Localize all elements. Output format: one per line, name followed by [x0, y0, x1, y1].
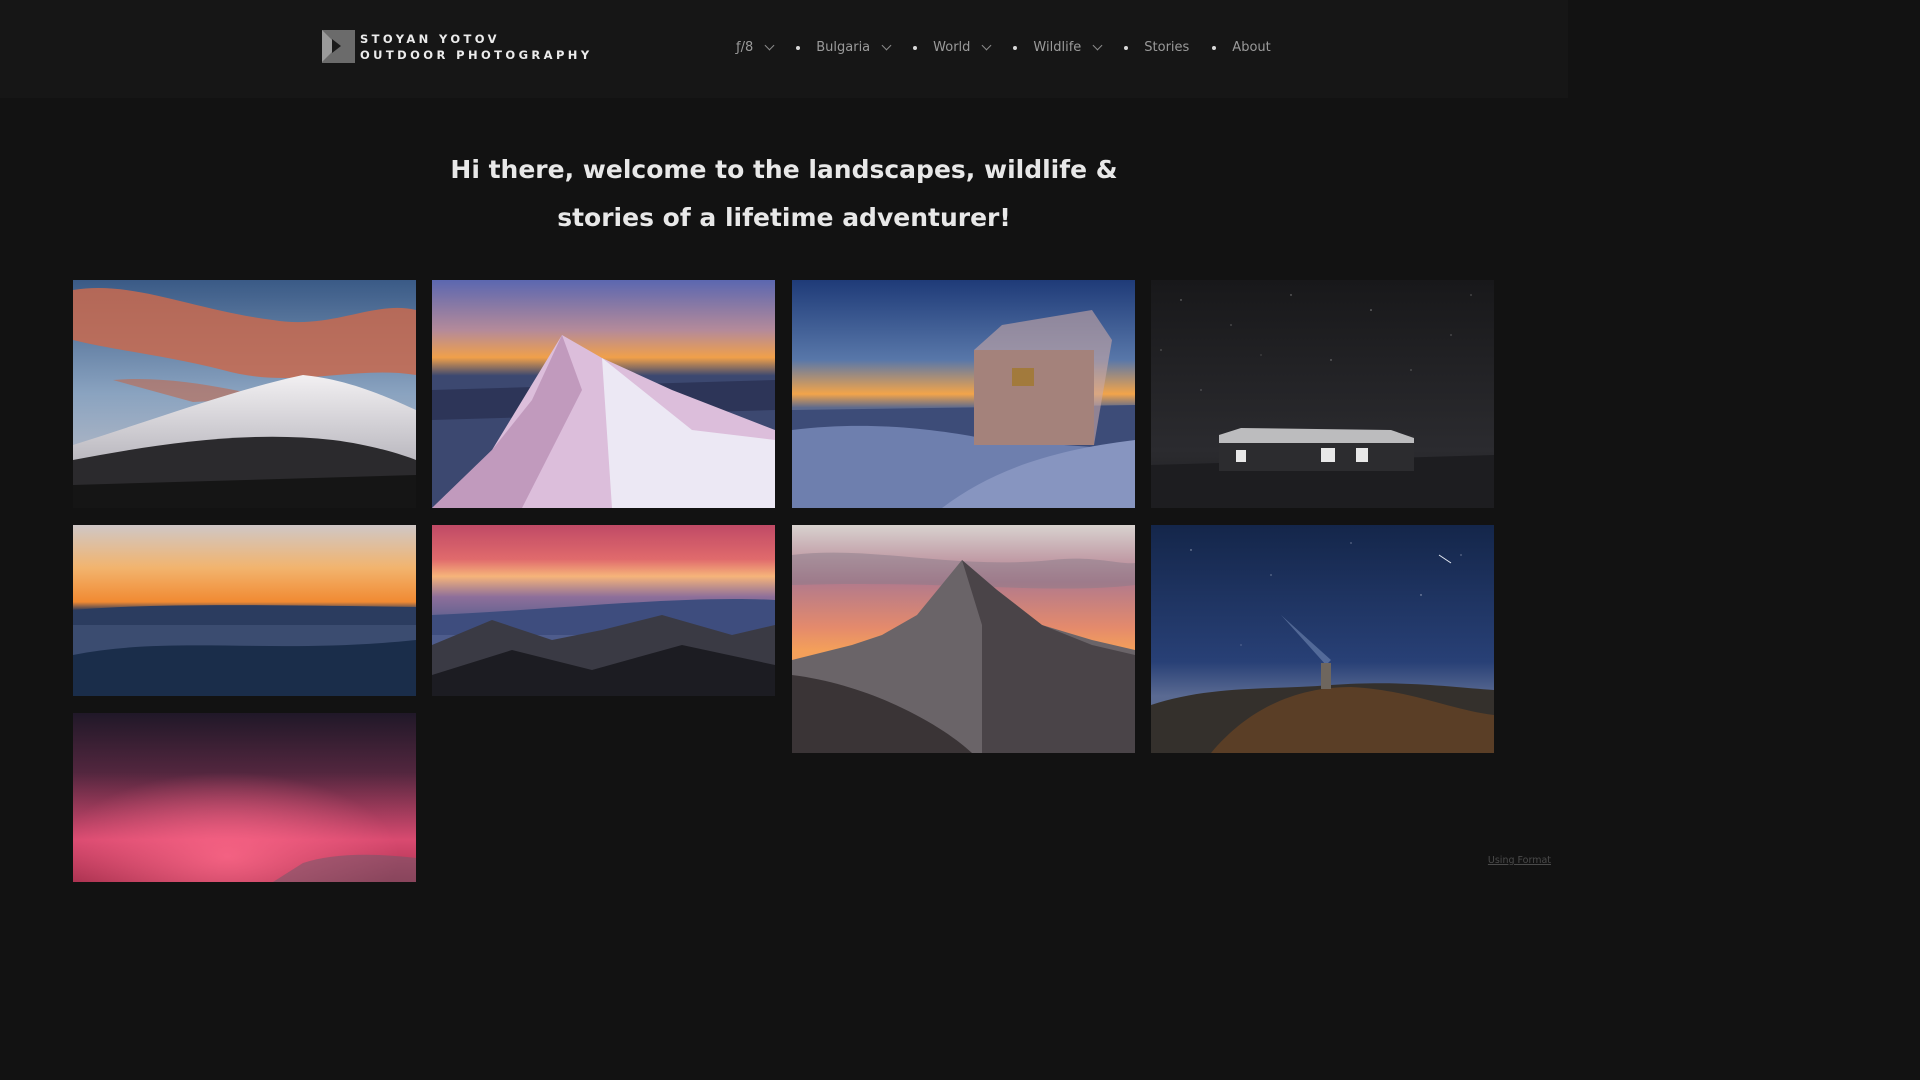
photo-image [73, 280, 416, 508]
nav-item-label: About [1232, 40, 1271, 55]
nav-item-about[interactable]: About [1232, 40, 1270, 55]
nav-item-label: Wildlife [1033, 40, 1082, 55]
gallery-photo-pink-ridge[interactable] [432, 280, 775, 508]
chevron-down-icon [881, 40, 892, 51]
photo-image [73, 713, 416, 882]
chevron-down-icon [1092, 40, 1103, 51]
logo-icon [322, 30, 355, 63]
nav-separator [1013, 45, 1018, 50]
nav-item-stories[interactable]: Stories [1144, 40, 1189, 55]
nav-separator [1212, 45, 1217, 50]
photo-image [73, 525, 416, 696]
gallery-photo-rocky-peak[interactable] [792, 525, 1135, 753]
footer-credit-link[interactable]: Using Format [1488, 855, 1551, 866]
main-nav: ƒ/8 Bulgaria World Wildlife Stories Abou… [736, 40, 1271, 55]
site-header: STOYAN YOTOV OUTDOOR PHOTOGRAPHY ƒ/8 Bul… [0, 0, 1568, 98]
photo-image [792, 280, 1135, 508]
photo-image [1151, 280, 1494, 508]
gallery-photo-red-aurora[interactable] [73, 713, 416, 882]
nav-separator [796, 45, 801, 50]
photo-image [792, 525, 1135, 753]
site-logo[interactable]: STOYAN YOTOV OUTDOOR PHOTOGRAPHY [322, 30, 593, 63]
brand-line2: OUTDOOR PHOTOGRAPHY [360, 47, 593, 62]
nav-separator [1124, 45, 1129, 50]
brand-line1: STOYAN YOTOV [360, 31, 500, 46]
gallery-photo-night-hut[interactable] [1151, 280, 1494, 508]
nav-item-bulgaria[interactable]: Bulgaria [816, 40, 892, 55]
nav-item-wildlife[interactable]: Wildlife [1033, 40, 1103, 55]
gallery-photo-orange-horizon[interactable] [73, 525, 416, 696]
nav-item-world[interactable]: World [933, 40, 992, 55]
brand-name: STOYAN YOTOV OUTDOOR PHOTOGRAPHY [360, 31, 593, 63]
photo-image [432, 280, 775, 508]
hero-line2: stories of a lifetime adventurer! [557, 203, 1011, 232]
photo-image [432, 525, 775, 696]
gallery-photo-layered-ridges[interactable] [432, 525, 775, 696]
nav-item-label: Bulgaria [816, 40, 871, 55]
nav-item-label: Stories [1144, 40, 1190, 55]
gallery-photo-snow-hut[interactable] [792, 280, 1135, 508]
gallery-photo-sunset-mountain[interactable] [73, 280, 416, 508]
hero-line1: Hi there, welcome to the landscapes, wil… [450, 155, 1118, 184]
chevron-down-icon [764, 40, 775, 51]
nav-item-label: ƒ/8 [736, 40, 754, 55]
gallery-photo-night-monument[interactable] [1151, 525, 1494, 753]
photo-image [1151, 525, 1494, 753]
chevron-down-icon [981, 40, 992, 51]
hero-heading: Hi there, welcome to the landscapes, wil… [0, 146, 1568, 242]
nav-item-f8[interactable]: ƒ/8 [736, 40, 775, 55]
nav-item-label: World [933, 40, 971, 55]
nav-separator [913, 45, 918, 50]
